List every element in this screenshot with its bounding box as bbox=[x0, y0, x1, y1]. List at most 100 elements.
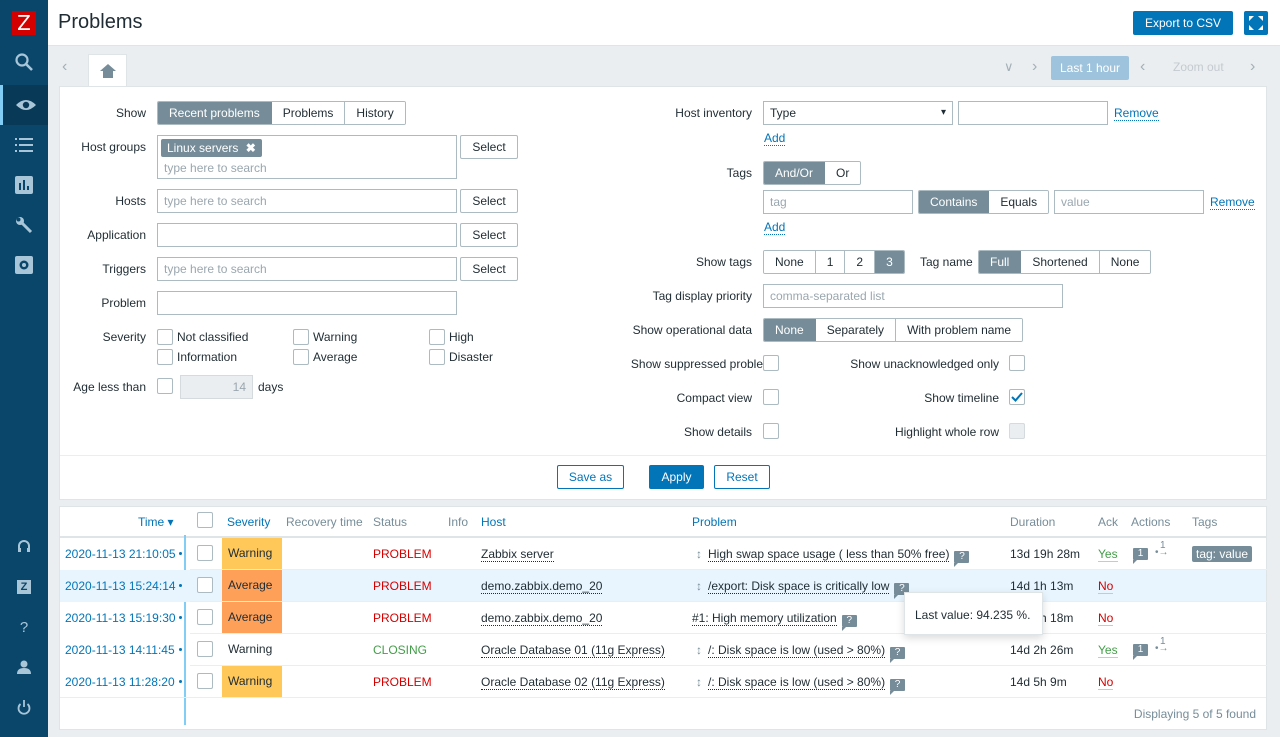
chevron-right-icon[interactable]: › bbox=[1032, 58, 1037, 76]
time-next-icon[interactable]: › bbox=[1250, 58, 1255, 76]
tag-value-input[interactable]: value bbox=[1054, 190, 1204, 214]
show-unack-checkbox[interactable] bbox=[1009, 355, 1025, 371]
host-inventory-value-input[interactable] bbox=[958, 101, 1108, 125]
host-link[interactable]: Zabbix server bbox=[481, 547, 554, 562]
row-checkbox[interactable] bbox=[197, 641, 213, 657]
problem-input[interactable] bbox=[157, 291, 457, 315]
gear-icon[interactable] bbox=[0, 245, 48, 285]
column-time[interactable]: Time ▾ bbox=[138, 515, 174, 529]
column-host[interactable]: Host bbox=[481, 515, 506, 529]
host-inventory-remove-link[interactable]: Remove bbox=[1114, 107, 1159, 121]
user-icon[interactable] bbox=[0, 647, 48, 687]
severity-average-checkbox[interactable] bbox=[293, 349, 309, 365]
tag-contains[interactable]: Contains bbox=[919, 191, 990, 213]
opdata-none[interactable]: None bbox=[764, 319, 816, 341]
export-csv-button[interactable]: Export to CSV bbox=[1133, 11, 1233, 35]
row-checkbox[interactable] bbox=[197, 545, 213, 561]
compact-view-checkbox[interactable] bbox=[763, 389, 779, 405]
problem-link[interactable]: /: Disk space is low (used > 80%) bbox=[708, 643, 886, 658]
message-icon[interactable]: 1 bbox=[1133, 644, 1148, 660]
row-checkbox[interactable] bbox=[197, 577, 213, 593]
severity-warning-checkbox[interactable] bbox=[293, 329, 309, 345]
column-problem[interactable]: Problem bbox=[692, 515, 737, 529]
ack-link[interactable]: No bbox=[1098, 675, 1114, 690]
severity-disaster-checkbox[interactable] bbox=[429, 349, 445, 365]
age-checkbox[interactable] bbox=[157, 378, 173, 394]
problem-link[interactable]: /export: Disk space is critically low bbox=[708, 579, 890, 594]
actions-icon[interactable]: 1 •→ bbox=[1155, 540, 1169, 558]
tag-name-none[interactable]: None bbox=[1099, 251, 1151, 273]
help-hint-icon[interactable]: ? bbox=[890, 647, 906, 663]
host-link[interactable]: Oracle Database 01 (11g Express) bbox=[481, 643, 665, 658]
tag-badge[interactable]: tag: value bbox=[1192, 546, 1253, 562]
tag-name-input[interactable]: tag bbox=[763, 190, 913, 214]
host-inventory-field-select[interactable]: Type ▾ bbox=[763, 101, 953, 125]
time-period-button[interactable]: Last 1 hour bbox=[1051, 56, 1129, 80]
apply-button[interactable]: Apply bbox=[649, 465, 704, 489]
ack-link[interactable]: No bbox=[1098, 611, 1114, 626]
application-select-button[interactable]: Select bbox=[460, 223, 518, 247]
save-as-button[interactable]: Save as bbox=[557, 465, 624, 489]
zoom-out-button[interactable]: Zoom out bbox=[1173, 60, 1224, 74]
chip-remove-icon[interactable]: ✖ bbox=[246, 141, 256, 155]
reset-button[interactable]: Reset bbox=[714, 465, 770, 489]
opdata-with-problem-name[interactable]: With problem name bbox=[896, 319, 1023, 341]
show-history[interactable]: History bbox=[345, 102, 405, 124]
show-problems[interactable]: Problems bbox=[271, 102, 346, 124]
show-suppressed-checkbox[interactable] bbox=[763, 355, 779, 371]
page-scrollbar[interactable] bbox=[1270, 46, 1280, 737]
severity-high-checkbox[interactable] bbox=[429, 329, 445, 345]
host-link[interactable]: Oracle Database 02 (11g Express) bbox=[481, 675, 665, 690]
host-groups-select-button[interactable]: Select bbox=[460, 135, 518, 159]
show-timeline-checkbox[interactable] bbox=[1009, 389, 1025, 405]
highlight-row-checkbox[interactable] bbox=[1009, 423, 1025, 439]
zabbix-logo[interactable]: Z bbox=[12, 11, 36, 35]
triggers-select-button[interactable]: Select bbox=[460, 257, 518, 281]
host-link[interactable]: demo.zabbix.demo_20 bbox=[481, 579, 603, 594]
ack-link[interactable]: Yes bbox=[1098, 643, 1118, 658]
select-all-checkbox[interactable] bbox=[197, 512, 213, 528]
problem-time-link[interactable]: 2020-11-13 15:19:30 bbox=[65, 611, 176, 625]
host-groups-multiselect[interactable]: Linux servers ✖ type here to search bbox=[157, 135, 457, 179]
tab-prev-icon[interactable]: ‹ bbox=[62, 58, 67, 76]
problem-time-link[interactable]: 2020-11-13 11:28:20 bbox=[65, 675, 175, 689]
show-tags-2[interactable]: 2 bbox=[845, 251, 876, 273]
application-input[interactable] bbox=[157, 223, 457, 247]
help-hint-icon[interactable]: ? bbox=[954, 551, 970, 567]
help-icon[interactable]: ? bbox=[0, 607, 48, 647]
ack-link[interactable]: Yes bbox=[1098, 547, 1118, 562]
problem-link[interactable]: /: Disk space is low (used > 80%) bbox=[708, 675, 886, 690]
tag-add-link[interactable]: Add bbox=[764, 221, 786, 235]
show-recent-problems[interactable]: Recent problems bbox=[158, 102, 272, 124]
column-severity[interactable]: Severity bbox=[227, 515, 270, 529]
problem-time-link[interactable]: 2020-11-13 15:24:14 bbox=[65, 579, 176, 593]
hosts-input[interactable]: type here to search bbox=[157, 189, 457, 213]
tag-equals[interactable]: Equals bbox=[989, 191, 1049, 213]
power-icon[interactable] bbox=[0, 687, 48, 727]
tag-name-shortened[interactable]: Shortened bbox=[1021, 251, 1100, 273]
host-link[interactable]: demo.zabbix.demo_20 bbox=[481, 611, 603, 626]
fullscreen-button[interactable] bbox=[1244, 11, 1268, 35]
eye-icon[interactable] bbox=[0, 85, 48, 125]
chevron-down-icon[interactable]: ∨ bbox=[1004, 59, 1014, 75]
tags-or[interactable]: Or bbox=[825, 162, 861, 184]
tag-remove-link[interactable]: Remove bbox=[1210, 196, 1255, 210]
problem-time-link[interactable]: 2020-11-13 21:10:05 bbox=[65, 547, 176, 561]
row-checkbox[interactable] bbox=[197, 609, 213, 625]
host-inventory-add-link[interactable]: Add bbox=[764, 132, 786, 146]
severity-not-classified-checkbox[interactable] bbox=[157, 329, 173, 345]
problem-link[interactable]: #1: High memory utilization bbox=[692, 611, 837, 626]
hosts-select-button[interactable]: Select bbox=[460, 189, 518, 213]
help-hint-icon[interactable]: ? bbox=[890, 679, 906, 695]
message-icon[interactable]: 1 bbox=[1133, 548, 1148, 564]
severity-information-checkbox[interactable] bbox=[157, 349, 173, 365]
zabbix-share-icon[interactable]: Z bbox=[0, 567, 48, 607]
show-tags-1[interactable]: 1 bbox=[815, 251, 846, 273]
tag-priority-input[interactable]: comma-separated list bbox=[763, 284, 1063, 308]
search-icon[interactable] bbox=[0, 42, 48, 82]
tags-and-or[interactable]: And/Or bbox=[764, 162, 826, 184]
ack-link[interactable]: No bbox=[1098, 579, 1114, 594]
headset-icon[interactable] bbox=[0, 527, 48, 567]
wrench-icon[interactable] bbox=[0, 205, 48, 245]
triggers-input[interactable]: type here to search bbox=[157, 257, 457, 281]
